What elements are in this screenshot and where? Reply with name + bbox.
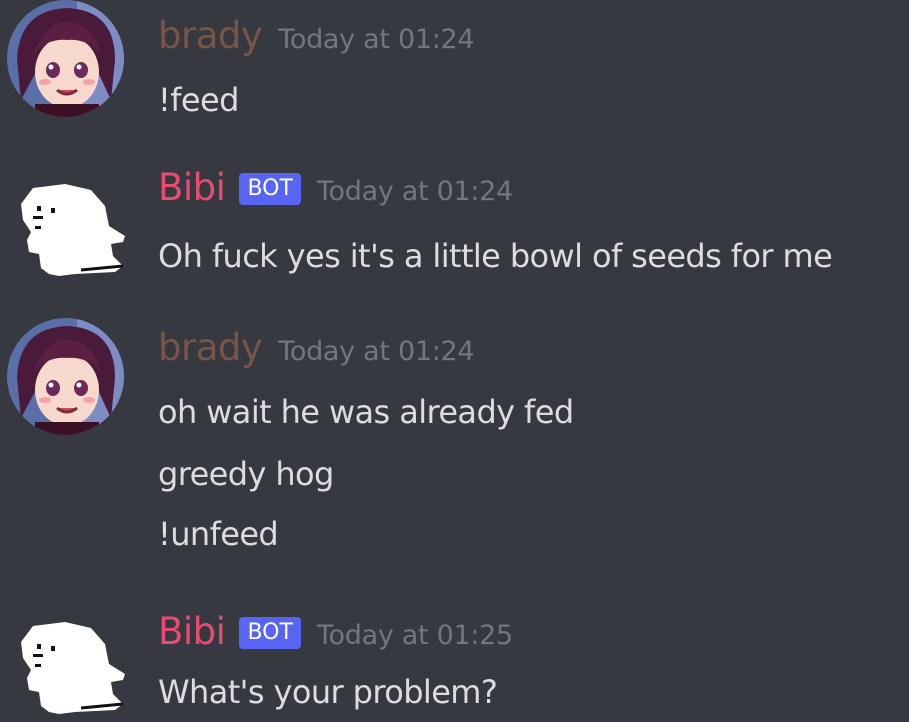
message-text: greedy hog (158, 455, 334, 493)
message-text: What's your problem? (158, 673, 498, 711)
brady-avatar-icon[interactable] (7, 0, 124, 117)
ghost-avatar-icon[interactable] (15, 180, 127, 280)
message-group-1: brady Today at 01:24 !feed (0, 0, 909, 150)
timestamp[interactable]: Today at 01:24 (317, 176, 513, 207)
message-text: oh wait he was already fed (158, 393, 574, 431)
message-text: !unfeed (158, 515, 279, 553)
message-header: brady Today at 01:24 (158, 326, 475, 370)
message-text: !feed (158, 81, 239, 119)
message-group-4: Bibi BOT Today at 01:25 What's your prob… (0, 600, 909, 722)
bot-tag-badge: BOT (239, 173, 301, 205)
timestamp[interactable]: Today at 01:24 (278, 24, 474, 55)
message-text: Oh fuck yes it's a little bowl of seeds … (158, 237, 833, 275)
message-group-3: brady Today at 01:24 oh wait he was alre… (0, 310, 909, 600)
ghost-avatar-icon[interactable] (15, 618, 127, 718)
bot-tag-badge: BOT (239, 617, 301, 649)
timestamp[interactable]: Today at 01:25 (317, 620, 513, 651)
message-header: brady Today at 01:24 (158, 14, 475, 58)
message-header: Bibi BOT Today at 01:24 (158, 166, 513, 210)
username[interactable]: brady (158, 326, 263, 370)
timestamp[interactable]: Today at 01:24 (278, 336, 474, 367)
brady-avatar-icon[interactable] (7, 318, 124, 435)
username[interactable]: brady (158, 14, 263, 58)
username[interactable]: Bibi (158, 610, 226, 654)
message-group-2: Bibi BOT Today at 01:24 Oh fuck yes it's… (0, 150, 909, 310)
message-header: Bibi BOT Today at 01:25 (158, 610, 513, 654)
username[interactable]: Bibi (158, 166, 226, 210)
